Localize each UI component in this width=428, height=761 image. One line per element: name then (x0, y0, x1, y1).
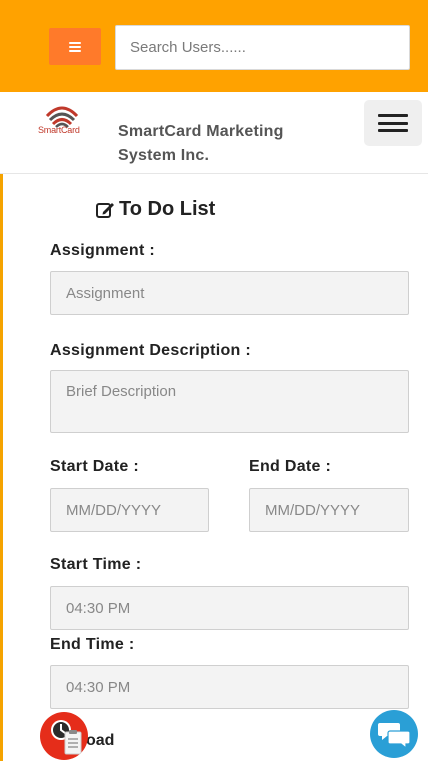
sidebar-menu-button[interactable] (49, 28, 101, 65)
chat-bubbles-icon (378, 723, 411, 749)
brand-bar: SmartCard SmartCard Marketing System Inc… (0, 92, 428, 174)
clipboard-clock-icon (51, 720, 82, 755)
assignment-label: Assignment : (50, 242, 155, 259)
start-date-label: Start Date : (50, 458, 139, 475)
upload-label: oad (86, 732, 115, 749)
start-time-label: Start Time : (50, 556, 142, 573)
top-bar (0, 0, 428, 92)
start-time-input[interactable]: 04:30 PM (50, 586, 409, 630)
edit-icon (96, 202, 114, 218)
page-title-text: To Do List (119, 198, 216, 220)
todo-form: To Do List Assignment : Assignment Assig… (47, 184, 414, 761)
logo-text: SmartCard (38, 125, 80, 135)
search-users-input[interactable] (115, 25, 410, 70)
end-date-input[interactable]: MM/DD/YYYY (249, 488, 409, 532)
start-date-input[interactable]: MM/DD/YYYY (50, 488, 209, 532)
assignment-input[interactable]: Assignment (50, 271, 409, 315)
company-name-line1: SmartCard Marketing (118, 123, 284, 140)
chat-floating-button[interactable] (370, 710, 418, 758)
page-title: To Do List (95, 198, 215, 221)
assignment-description-textarea[interactable]: Brief Description (50, 370, 409, 433)
company-name: SmartCard Marketing System Inc. (118, 120, 328, 168)
hamburger-icon (378, 114, 408, 132)
hamburger-icon (69, 41, 81, 52)
company-name-line2: System Inc. (118, 147, 210, 164)
end-date-label: End Date : (249, 458, 332, 475)
end-time-input[interactable]: 04:30 PM (50, 665, 409, 709)
task-floating-button[interactable] (40, 712, 88, 760)
nav-toggle-button[interactable] (364, 100, 422, 146)
assignment-description-label: Assignment Description : (50, 342, 252, 359)
end-time-label: End Time : (50, 636, 135, 653)
